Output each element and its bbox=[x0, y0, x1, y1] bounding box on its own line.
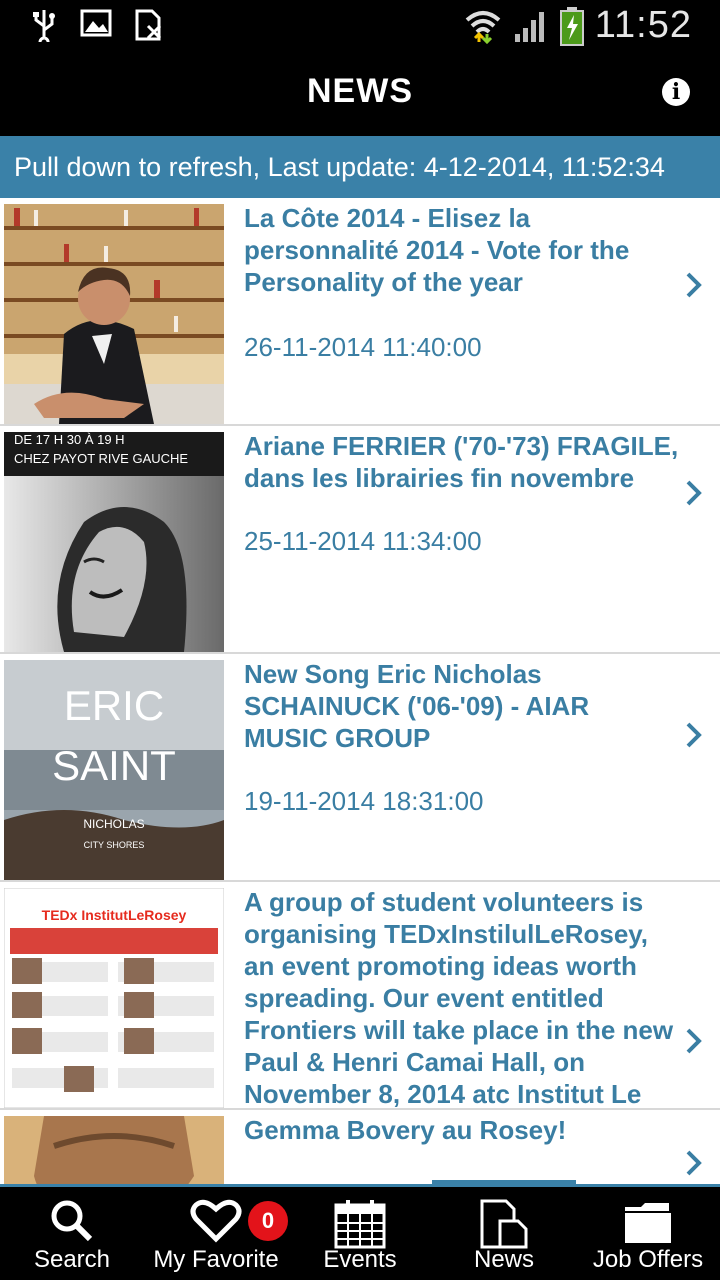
tab-search[interactable]: Search bbox=[0, 1187, 144, 1280]
calendar-icon bbox=[334, 1200, 386, 1249]
thumb-logo-text: TEDx InstitutLeRosey bbox=[42, 907, 187, 923]
status-bar: 11:52 bbox=[0, 0, 720, 50]
news-list[interactable]: La Côte 2014 - Elisez la personnalité 20… bbox=[0, 198, 720, 1184]
active-tab-indicator bbox=[432, 1180, 576, 1187]
tab-label: Events bbox=[323, 1246, 397, 1273]
chevron-right-icon bbox=[686, 722, 702, 748]
news-title: Ariane FERRIER ('70-'73) FRAGILE, dans l… bbox=[244, 431, 679, 493]
news-item[interactable]: La Côte 2014 - Elisez la personnalité 20… bbox=[0, 198, 720, 426]
folder-icon bbox=[625, 1203, 671, 1243]
thumb-title-line-1: ERIC bbox=[64, 682, 164, 729]
clock: 11:52 bbox=[594, 4, 692, 46]
sim-missing-icon bbox=[135, 9, 162, 41]
tab-label: News bbox=[473, 1246, 534, 1273]
thumb-title-line-2: SAINT bbox=[52, 742, 176, 789]
news-date: 19-11-2014 18:31:00 bbox=[244, 786, 484, 816]
news-thumbnail: TEDx InstitutLeRosey bbox=[4, 888, 224, 1108]
chevron-right-icon bbox=[686, 480, 702, 506]
heart-icon bbox=[190, 1199, 242, 1243]
action-bar: NEWS i bbox=[0, 50, 720, 136]
tab-job-offers[interactable]: Job Offers bbox=[576, 1187, 720, 1280]
image-icon bbox=[80, 9, 112, 37]
usb-icon bbox=[33, 10, 55, 42]
battery-icon bbox=[559, 6, 584, 46]
refresh-bar[interactable]: Pull down to refresh, Last update: 4-12-… bbox=[0, 136, 720, 198]
news-thumbnail: ERIC SAINT NICHOLAS CITY SHORES bbox=[4, 660, 224, 880]
signal-icon bbox=[514, 11, 544, 42]
tab-events[interactable]: Events bbox=[288, 1187, 432, 1280]
news-thumbnail bbox=[4, 1116, 224, 1184]
search-icon bbox=[51, 1200, 93, 1242]
page-title: NEWS bbox=[307, 72, 413, 110]
chevron-right-icon bbox=[686, 1028, 702, 1054]
chevron-right-icon bbox=[686, 1150, 702, 1176]
thumb-subtitle: NICHOLAS bbox=[83, 817, 144, 831]
news-date: 26-11-2014 11:40:00 bbox=[244, 332, 482, 362]
news-thumbnail: DE 17 H 30 À 19 H CHEZ PAYOT RIVE GAUCHE bbox=[4, 432, 224, 652]
tab-label: My Favorite bbox=[153, 1246, 279, 1273]
news-item[interactable]: Gemma Bovery au Rosey! bbox=[0, 1110, 720, 1184]
chevron-right-icon bbox=[686, 272, 702, 298]
news-thumbnail bbox=[4, 204, 224, 424]
news-title: La Côte 2014 - Elisez la personnalité 20… bbox=[244, 203, 630, 297]
thumb-caption-line-1: DE 17 H 30 À 19 H bbox=[14, 432, 125, 447]
news-title: Gemma Bovery au Rosey! bbox=[244, 1115, 567, 1145]
wifi-icon bbox=[465, 10, 501, 44]
tab-label: Job Offers bbox=[592, 1246, 704, 1273]
tab-news[interactable]: News bbox=[432, 1187, 576, 1280]
news-item[interactable]: DE 17 H 30 À 19 H CHEZ PAYOT RIVE GAUCHE… bbox=[0, 426, 720, 654]
bottom-tab-bar: Search My Favorite 0 Events News Job Off… bbox=[0, 1180, 720, 1280]
news-date: 25-11-2014 11:34:00 bbox=[244, 526, 482, 556]
news-title: A group of student volunteers is organis… bbox=[244, 887, 674, 1109]
news-item[interactable]: ERIC SAINT NICHOLAS CITY SHORES New Song… bbox=[0, 654, 720, 882]
news-item[interactable]: TEDx InstitutLeRosey A group of student … bbox=[0, 882, 720, 1110]
tab-label: Search bbox=[33, 1246, 111, 1273]
thumb-caption-line-2: CHEZ PAYOT RIVE GAUCHE bbox=[14, 451, 188, 466]
favorite-count-badge: 0 bbox=[248, 1201, 288, 1241]
news-title: New Song Eric Nicholas SCHAINUCK ('06-'0… bbox=[244, 659, 590, 753]
thumb-caption: CITY SHORES bbox=[84, 840, 145, 850]
info-icon[interactable]: i bbox=[662, 78, 690, 106]
news-icon bbox=[480, 1199, 528, 1249]
